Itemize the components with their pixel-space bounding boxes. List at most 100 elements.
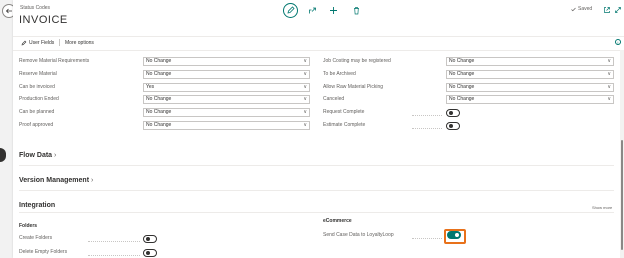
new-button[interactable] <box>327 4 339 16</box>
delete-empty-folders-label: Delete Empty Folders <box>19 249 68 255</box>
version-management-title: Version Management <box>19 177 90 184</box>
right-field-select[interactable]: No Change ∨ <box>446 57 614 66</box>
field-leader <box>412 115 442 117</box>
open-in-new-icon <box>604 7 610 13</box>
left-field-select[interactable]: No Change ∨ <box>143 108 310 118</box>
saved-label: Saved <box>578 6 593 12</box>
field-leader <box>412 128 442 129</box>
chevron-down-icon: ∨ <box>607 70 611 77</box>
left-field-select[interactable]: No Change ∨ <box>143 121 310 130</box>
chevron-down-icon: ∨ <box>303 109 307 116</box>
folders-heading: Folders <box>19 223 38 229</box>
chevron-down-icon: ∨ <box>303 96 307 103</box>
right-field-toggle[interactable] <box>446 122 460 130</box>
collapse-handle[interactable] <box>0 148 6 162</box>
select-value: No Change <box>449 70 475 77</box>
right-field-label: Request Complete <box>323 109 365 116</box>
select-value: No Change <box>449 83 475 90</box>
chevron-down-icon: ∨ <box>303 70 307 77</box>
toggle-knob <box>454 233 459 237</box>
version-management-section[interactable]: Version Management › <box>19 177 93 184</box>
right-field-label: Estimate Complete <box>323 122 366 128</box>
breadcrumb[interactable]: Status Codes <box>20 5 50 11</box>
show-more-link[interactable]: Show more <box>592 205 612 210</box>
arrow-left-icon <box>5 8 12 14</box>
chevron-down-icon: ∨ <box>303 58 307 64</box>
action-divider <box>59 39 60 46</box>
right-field-select[interactable]: No Change ∨ <box>446 69 614 79</box>
section-divider <box>19 190 614 191</box>
select-value: No Change <box>146 96 172 103</box>
edit-button[interactable] <box>283 3 298 18</box>
left-field-select[interactable]: Yes ∨ <box>143 82 310 92</box>
user-fields-label: User Fields <box>29 40 55 46</box>
field-leader <box>88 255 140 256</box>
delete-button[interactable] <box>350 4 362 16</box>
chevron-right-icon: › <box>89 177 94 184</box>
select-value: No Change <box>146 58 172 64</box>
action-bar <box>13 36 624 51</box>
expand-icon <box>615 7 621 13</box>
share-button[interactable] <box>306 4 318 16</box>
ecommerce-heading: eCommerce <box>323 218 352 224</box>
integration-section-title[interactable]: Integration <box>19 202 55 209</box>
share-icon <box>308 7 316 13</box>
create-folders-toggle[interactable] <box>143 235 157 243</box>
select-value: No Change <box>146 109 172 116</box>
left-field-select[interactable]: No Change ∨ <box>143 69 310 79</box>
expand-button[interactable] <box>612 4 624 16</box>
field-leader <box>88 241 140 242</box>
left-field-select[interactable]: No Change ∨ <box>143 57 310 66</box>
chevron-down-icon: ∨ <box>303 122 307 128</box>
chevron-right-icon: › <box>52 152 57 159</box>
left-field-label: Proof approved <box>19 122 54 128</box>
scrollbar-thumb[interactable] <box>621 140 623 250</box>
section-divider <box>19 165 614 166</box>
right-field-label: Job Costing may be registered <box>323 58 391 64</box>
left-field-label: Production Ended <box>19 96 59 103</box>
info-icon[interactable]: i <box>615 39 621 45</box>
right-field-toggle[interactable] <box>446 109 460 118</box>
select-value: No Change <box>449 58 475 64</box>
flow-data-title: Flow Data <box>19 152 53 159</box>
field-leader <box>412 238 442 239</box>
more-options-action[interactable]: More options <box>65 40 94 46</box>
select-value: No Change <box>146 70 172 77</box>
select-value: No Change <box>146 122 172 128</box>
left-field-label: Remove Material Requirements <box>19 58 90 64</box>
right-field-label: To be Archived <box>323 70 356 77</box>
chevron-down-icon: ∨ <box>607 96 611 103</box>
right-field-label: Canceled <box>323 96 345 103</box>
send-case-data-toggle[interactable] <box>447 231 461 239</box>
chevron-down-icon: ∨ <box>607 58 611 64</box>
select-value: Yes <box>146 83 155 90</box>
left-field-label: Can be invoiced <box>19 83 55 90</box>
section-divider <box>19 212 614 213</box>
left-field-select[interactable]: No Change ∨ <box>143 95 310 105</box>
checkmark-icon <box>571 7 576 11</box>
pencil-icon <box>287 6 295 14</box>
trash-icon <box>353 6 359 14</box>
send-case-data-label: Send Case Data to LoyaltyLoop <box>323 232 394 238</box>
right-field-select[interactable]: No Change ∨ <box>446 95 614 105</box>
more-options-label: More options <box>65 40 94 46</box>
left-field-label: Can be planned <box>19 109 55 116</box>
saved-status: Saved <box>571 6 592 12</box>
right-field-label: Allow Raw Material Picking <box>323 83 384 90</box>
toggle-knob <box>145 237 150 241</box>
user-fields-action[interactable]: User Fields <box>21 40 54 46</box>
page-title: INVOICE <box>19 14 68 26</box>
left-field-label: Reserve Material <box>19 70 57 77</box>
delete-empty-folders-toggle[interactable] <box>143 249 157 257</box>
flow-data-section[interactable]: Flow Data › <box>19 152 56 159</box>
toggle-knob <box>448 124 453 128</box>
toggle-knob <box>448 111 453 116</box>
create-folders-label: Create Folders <box>19 235 53 241</box>
plus-icon <box>329 6 337 14</box>
right-field-select[interactable]: No Change ∨ <box>446 82 614 92</box>
edit-fields-icon <box>21 40 27 46</box>
toggle-knob <box>145 251 150 255</box>
chevron-down-icon: ∨ <box>303 83 307 90</box>
chevron-down-icon: ∨ <box>607 83 611 90</box>
select-value: No Change <box>449 96 475 103</box>
